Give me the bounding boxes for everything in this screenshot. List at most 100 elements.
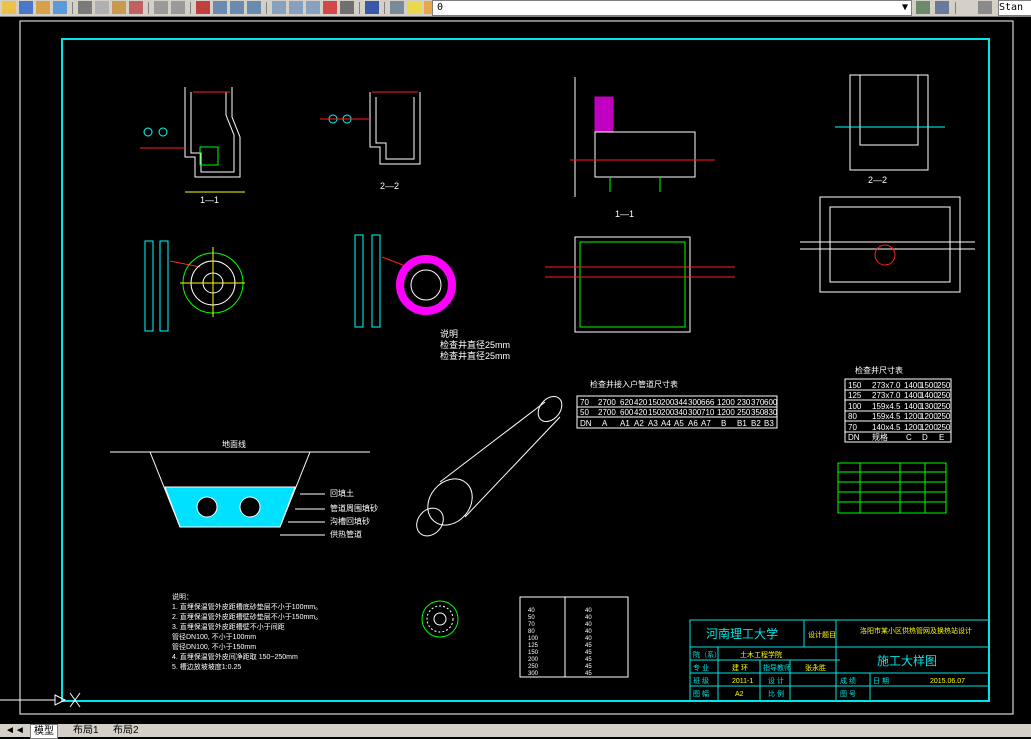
plan-view-left bbox=[144, 234, 456, 332]
layer-manager-icon[interactable] bbox=[390, 1, 404, 14]
t3-r9c0: 300 bbox=[528, 671, 539, 677]
t1-r2c9: B bbox=[721, 419, 726, 428]
layer-on-icon[interactable] bbox=[407, 1, 421, 14]
drawing-svg: 1—1 2—2 说明 检查井直径25mm 检查井直径25mm 1—1 2—2 检… bbox=[0, 20, 1014, 715]
tool-palettes-icon[interactable] bbox=[306, 1, 320, 14]
tb-class-label: 班 级 bbox=[693, 676, 709, 685]
tb-major: 建 环 bbox=[732, 663, 748, 672]
tb-dept-label: 院（系） bbox=[693, 650, 721, 659]
t1-r0c11: 370 bbox=[751, 398, 765, 407]
redo-icon[interactable] bbox=[171, 1, 185, 14]
left-note-0: 说明 bbox=[440, 328, 458, 339]
t1-r0c8: 666 bbox=[701, 398, 715, 407]
tb-page-label: 图 号 bbox=[840, 690, 856, 698]
layer-previous-icon[interactable] bbox=[935, 1, 949, 14]
t2-r5c2: C bbox=[906, 433, 912, 442]
t1-r1c0: 50 bbox=[580, 408, 589, 417]
table-1-title: 检查井接入户管道尺寸表 bbox=[590, 379, 678, 389]
copy-icon[interactable] bbox=[95, 1, 109, 14]
t1-r2c0: DN bbox=[580, 419, 592, 428]
t1-r2c5: A4 bbox=[661, 419, 671, 428]
make-object-layer-icon[interactable] bbox=[916, 1, 930, 14]
t2-r1c3: 1400 bbox=[920, 391, 938, 400]
tab-layout-1[interactable]: 布局1 bbox=[70, 724, 102, 737]
zoom-window-icon[interactable] bbox=[230, 1, 244, 14]
paste-icon[interactable] bbox=[112, 1, 126, 14]
t2-r4c1: 140x4.5 bbox=[872, 423, 901, 432]
t1-r1c11: 350 bbox=[751, 408, 765, 417]
note-4: 管径DN100, 不小于100mm bbox=[172, 632, 256, 641]
t2-r5c3: D bbox=[922, 433, 928, 442]
design-center-icon[interactable] bbox=[289, 1, 303, 14]
note-7: 5. 槽边放坡坡度1:0.25 bbox=[172, 662, 241, 671]
t3-r0c1: 40 bbox=[585, 608, 592, 614]
section-view-2-2: 2—2 bbox=[320, 91, 421, 191]
layout-tabs: ◄◄ 模型 布局1 布局2 bbox=[0, 724, 1031, 739]
t1-r0c2: 620 bbox=[620, 398, 634, 407]
undo-icon[interactable] bbox=[154, 1, 168, 14]
tb-major-label: 专 业 bbox=[693, 663, 709, 672]
text-style-icon[interactable] bbox=[978, 1, 992, 14]
t2-r5c4: E bbox=[939, 433, 944, 442]
t2-r4c0: 70 bbox=[848, 423, 857, 432]
t2-r0c0: 150 bbox=[848, 381, 862, 390]
t1-r1c4: 150 bbox=[648, 408, 662, 417]
t3-r6c1: 45 bbox=[585, 650, 592, 656]
tb-advisor: 张永胜 bbox=[805, 663, 826, 672]
tab-nav-icon[interactable]: ◄◄ bbox=[2, 724, 28, 737]
sheet-set-icon[interactable] bbox=[323, 1, 337, 14]
cut-icon[interactable] bbox=[78, 1, 92, 14]
save-icon[interactable] bbox=[19, 1, 33, 14]
text-style-dropdown[interactable]: Stan bbox=[998, 0, 1031, 16]
t2-r3c0: 80 bbox=[848, 412, 857, 421]
layer-dropdown[interactable]: 0 ▼ bbox=[432, 0, 912, 16]
section-view-right: 2—2 bbox=[800, 74, 975, 293]
t1-r1c7: 300 bbox=[688, 408, 702, 417]
t1-r0c10: 230 bbox=[737, 398, 751, 407]
match-properties-icon[interactable] bbox=[129, 1, 143, 14]
layer-value: 0 bbox=[437, 2, 444, 13]
standard-toolbar: 0 ▼ Stan bbox=[0, 0, 1031, 17]
zoom-realtime-icon[interactable] bbox=[213, 1, 227, 14]
t3-r8c0: 250 bbox=[528, 664, 539, 670]
pan-icon[interactable] bbox=[196, 1, 210, 14]
label-sec-22-a: 2—2 bbox=[380, 181, 399, 191]
publish-icon[interactable] bbox=[53, 1, 67, 14]
t2-r2c3: 1300 bbox=[920, 402, 938, 411]
zoom-previous-icon[interactable] bbox=[247, 1, 261, 14]
table-bottom-center: 40 40 50 40 70 40 80 40 100 40 125 45 150 45 20… bbox=[519, 596, 629, 678]
chevron-down-icon: ▼ bbox=[901, 2, 908, 13]
t3-r2c1: 40 bbox=[585, 622, 592, 628]
table-2: 检查井尺寸表 150 273x7.0 1400 1500 250 125 273… bbox=[844, 365, 952, 443]
help-icon[interactable] bbox=[365, 1, 379, 14]
calculator-icon[interactable] bbox=[340, 1, 354, 14]
t1-r0c1: 2700 bbox=[598, 398, 616, 407]
label-sec-11-b: 1—1 bbox=[615, 209, 634, 219]
plot-icon[interactable] bbox=[36, 1, 50, 14]
open-icon[interactable] bbox=[2, 1, 16, 14]
tb-sheet-label: 图 幅 bbox=[693, 689, 709, 698]
t2-r3c3: 1200 bbox=[920, 412, 938, 421]
table-small-right bbox=[837, 462, 947, 514]
t1-r2c6: A5 bbox=[674, 419, 684, 428]
t1-r2c4: A3 bbox=[648, 419, 658, 428]
t1-r0c5: 200 bbox=[661, 398, 675, 407]
tb-date: 2015.06.07 bbox=[930, 678, 965, 685]
label-sec-11-a: 1—1 bbox=[200, 195, 219, 205]
drawing-canvas[interactable]: 1—1 2—2 说明 检查井直径25mm 检查井直径25mm 1—1 2—2 检… bbox=[0, 17, 1031, 724]
t3-r6c0: 150 bbox=[528, 650, 539, 656]
properties-icon[interactable] bbox=[272, 1, 286, 14]
tab-layout-2[interactable]: 布局2 bbox=[110, 724, 142, 737]
t1-r0c12: 600 bbox=[764, 398, 778, 407]
t2-r1c0: 125 bbox=[848, 391, 862, 400]
left-note-2: 检查井直径25mm bbox=[440, 350, 510, 361]
note-5: 管径DN100, 不小于150mm bbox=[172, 642, 256, 651]
layer-label-0: 回填土 bbox=[330, 488, 354, 498]
note-1: 1. 直埋保温管外皮距槽底砂垫层不小于100mm。 bbox=[172, 602, 322, 611]
t3-r4c1: 40 bbox=[585, 636, 592, 642]
t1-r1c10: 250 bbox=[737, 408, 751, 417]
detail-circle bbox=[421, 600, 459, 638]
t1-r0c3: 420 bbox=[634, 398, 648, 407]
t2-r5c1: 规格 bbox=[872, 432, 888, 442]
table-1-rows: 70 2700 620 420 150 200 344 300 666 1200… bbox=[580, 398, 778, 428]
